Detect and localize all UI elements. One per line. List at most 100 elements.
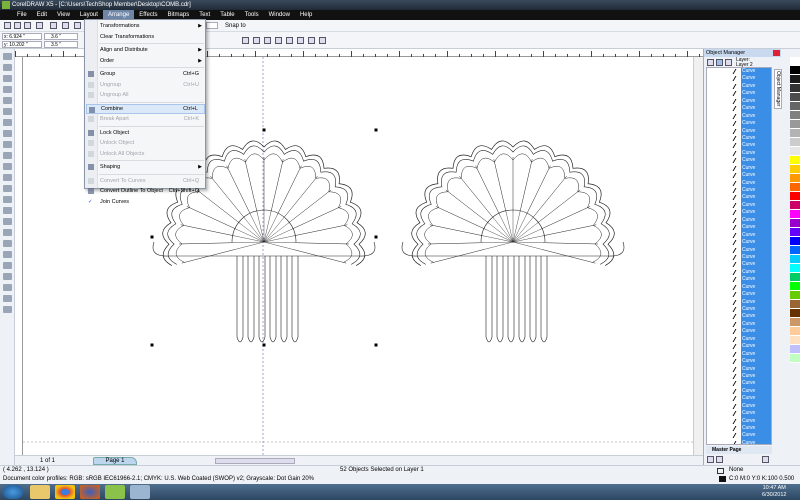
- color-swatch[interactable]: [790, 183, 800, 192]
- object-list-item[interactable]: Curve: [707, 343, 771, 351]
- menu-item-clear-transformations[interactable]: Clear Transformations: [86, 32, 205, 42]
- tool-1-icon[interactable]: [3, 64, 12, 71]
- tool-5-icon[interactable]: [3, 108, 12, 115]
- color-swatch[interactable]: [790, 120, 800, 129]
- y-position-field[interactable]: y: 10.202 ": [2, 41, 42, 48]
- object-list-item[interactable]: Curve: [707, 149, 771, 158]
- arrange-button-7-icon[interactable]: [319, 37, 326, 44]
- color-swatch[interactable]: [790, 237, 800, 246]
- color-swatch[interactable]: [790, 57, 800, 66]
- object-list-item[interactable]: Curve: [707, 328, 771, 336]
- tool-21-icon[interactable]: [3, 284, 12, 291]
- menu-item-combine[interactable]: Combine Ctrl+L: [86, 103, 205, 114]
- object-list-item[interactable]: Curve: [707, 410, 771, 418]
- menu-item-join-curves[interactable]: ✓ Join Curves: [86, 197, 205, 207]
- arrange-button-4-icon[interactable]: [286, 37, 293, 44]
- object-list-item[interactable]: Curve: [707, 187, 771, 195]
- color-swatch[interactable]: [790, 255, 800, 264]
- horizontal-scrollbar[interactable]: [215, 458, 295, 464]
- menu-help[interactable]: Help: [295, 10, 317, 20]
- object-list-item[interactable]: Curve: [707, 372, 771, 381]
- tool-13-icon[interactable]: [3, 196, 12, 203]
- chrome-taskbar-icon[interactable]: [55, 485, 75, 499]
- object-list-item[interactable]: Curve: [707, 105, 771, 113]
- menu-item-group[interactable]: Group Ctrl+G: [86, 69, 205, 79]
- coreldraw-taskbar-icon[interactable]: [105, 485, 125, 499]
- menu-item-align-and-distribute[interactable]: Align and Distribute ▶: [86, 45, 205, 55]
- object-list-item[interactable]: Curve: [707, 268, 771, 277]
- object-list-item[interactable]: Curve: [707, 439, 771, 444]
- paste-icon[interactable]: [74, 22, 81, 29]
- vertical-scrollbar[interactable]: [693, 57, 703, 455]
- object-list-item[interactable]: Curve: [707, 261, 771, 269]
- object-list-item[interactable]: Curve: [707, 209, 771, 217]
- color-swatch[interactable]: [790, 336, 800, 345]
- color-swatch[interactable]: [790, 309, 800, 318]
- color-swatch[interactable]: [790, 264, 800, 273]
- menu-window[interactable]: Window: [264, 10, 295, 20]
- tool-20-icon[interactable]: [3, 273, 12, 280]
- object-list-item[interactable]: Curve: [707, 313, 771, 321]
- color-swatch[interactable]: [790, 228, 800, 237]
- object-list-item[interactable]: Curve: [707, 358, 771, 366]
- menu-view[interactable]: View: [52, 10, 75, 20]
- object-list-item[interactable]: Curve: [707, 283, 771, 292]
- object-list-item[interactable]: Curve: [707, 365, 771, 373]
- tool-7-icon[interactable]: [3, 130, 12, 137]
- print-icon[interactable]: [36, 22, 43, 29]
- tool-8-icon[interactable]: [3, 141, 12, 148]
- color-swatch[interactable]: [790, 219, 800, 228]
- tool-4-icon[interactable]: [3, 97, 12, 104]
- page-tab[interactable]: Page 1: [93, 457, 137, 465]
- menu-tools[interactable]: Tools: [240, 10, 264, 20]
- tool-12-icon[interactable]: [3, 185, 12, 192]
- menu-item-transformations[interactable]: Transformations ▶: [86, 21, 205, 31]
- arrange-button-1-icon[interactable]: [253, 37, 260, 44]
- object-list-item[interactable]: Curve: [707, 380, 771, 388]
- color-swatch[interactable]: [790, 93, 800, 102]
- object-list-item[interactable]: Curve: [707, 90, 771, 98]
- object-list-item[interactable]: Curve: [707, 224, 771, 232]
- clock-time[interactable]: 10:47 AM: [763, 485, 786, 491]
- object-manager-side-tab[interactable]: Object Manager: [774, 69, 782, 109]
- object-list-item[interactable]: Curve: [707, 97, 771, 106]
- object-list-item[interactable]: Curve: [707, 120, 771, 128]
- color-swatch[interactable]: [790, 102, 800, 111]
- menu-item-ungroup-all[interactable]: Ungroup All: [86, 90, 205, 100]
- object-list-item[interactable]: Curve: [707, 306, 771, 314]
- menu-item-order[interactable]: Order ▶: [86, 56, 205, 66]
- color-swatch[interactable]: [790, 201, 800, 210]
- menu-item-unlock-object[interactable]: Unlock Object: [86, 138, 205, 148]
- snap-to-dropdown[interactable]: Snap to: [225, 22, 246, 30]
- object-list-item[interactable]: Curve: [707, 157, 771, 165]
- edit-across-layers-icon[interactable]: [716, 59, 723, 66]
- tool-18-icon[interactable]: [3, 251, 12, 258]
- color-swatch[interactable]: [790, 300, 800, 309]
- color-swatch[interactable]: [790, 156, 800, 165]
- new-layer-icon[interactable]: [707, 456, 714, 463]
- menu-item-break-apart[interactable]: Break Apart Ctrl+K: [86, 114, 205, 124]
- menu-item-convert-to-curves[interactable]: Convert To Curves Ctrl+Q: [86, 176, 205, 186]
- tool-23-icon[interactable]: [3, 306, 12, 313]
- object-list-item[interactable]: Curve: [707, 239, 771, 247]
- color-swatch[interactable]: [790, 84, 800, 93]
- color-swatch[interactable]: [790, 174, 800, 183]
- object-list-item[interactable]: Curve: [707, 387, 771, 396]
- layer-manager-view-icon[interactable]: [725, 59, 732, 66]
- menu-edit[interactable]: Edit: [32, 10, 52, 20]
- color-swatch[interactable]: [790, 318, 800, 327]
- new-master-layer-icon[interactable]: [716, 456, 723, 463]
- object-list-item[interactable]: Curve: [707, 201, 771, 210]
- object-list-item[interactable]: Curve: [707, 82, 771, 91]
- object-list-item[interactable]: Curve: [707, 320, 771, 329]
- delete-icon[interactable]: [762, 456, 769, 463]
- tool-3-icon[interactable]: [3, 86, 12, 93]
- x-position-field[interactable]: x: 6.924 ": [2, 33, 42, 40]
- tool-10-icon[interactable]: [3, 163, 12, 170]
- cut-icon[interactable]: [50, 22, 57, 29]
- new-icon[interactable]: [4, 22, 11, 29]
- start-button[interactable]: [3, 485, 23, 499]
- menu-item-unlock-all-objects[interactable]: Unlock All Objects: [86, 149, 205, 159]
- object-list-item[interactable]: Curve: [707, 179, 771, 187]
- color-swatch[interactable]: [790, 345, 800, 354]
